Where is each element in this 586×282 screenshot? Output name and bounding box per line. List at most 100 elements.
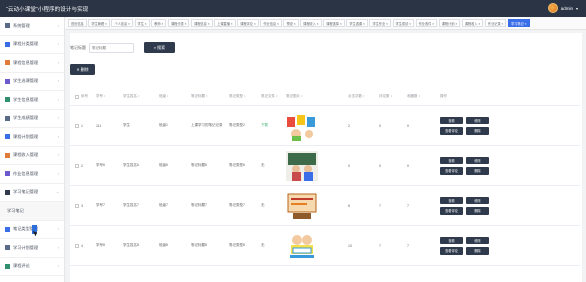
sidebar-item-label: 学习笔记管理 [13, 189, 39, 195]
delete-button[interactable]: ✕ 删除 [70, 64, 95, 75]
cell-note-title: 笔记标题8 [191, 243, 207, 247]
tab[interactable]: 个人信息 × [111, 19, 133, 27]
search-button[interactable]: ⌕ 搜索 [144, 42, 175, 53]
tab[interactable]: 学生成绩 × [392, 19, 415, 27]
delete-row-button[interactable]: 删除 [466, 207, 489, 215]
cell-favorite-count: 7 [407, 243, 409, 248]
view-comments-button[interactable]: 查看评论 [440, 167, 463, 175]
sidebar-item[interactable]: 课程收入管理 › [0, 147, 64, 165]
cell-comment-count: 0 [379, 123, 381, 128]
delete-row-button[interactable]: 删除 [466, 167, 489, 175]
sidebar-item[interactable]: 系统管理› [0, 276, 64, 282]
sidebar-item[interactable]: 学习笔记管理 ⌄ [0, 184, 64, 202]
header-note-title[interactable]: 笔记标题 ↕ [189, 94, 227, 99]
tab[interactable]: 作业收件 × [415, 19, 438, 27]
delete-row-button[interactable]: 删除 [466, 127, 489, 135]
row-select-cell [70, 243, 79, 248]
tab[interactable]: 课程信息 × [191, 19, 213, 27]
edit-button[interactable]: 修改 [466, 156, 489, 164]
cell-student-name: 学生姓名7 [123, 203, 139, 207]
tab[interactable]: 学习笔记 × [508, 19, 530, 27]
tab[interactable]: 课程选择 × [323, 19, 345, 27]
sidebar-item[interactable]: 课程计划管理 › [0, 128, 64, 147]
cell-note-file[interactable]: 下载 [259, 123, 284, 128]
sidebar-item[interactable]: 系统管理› [0, 17, 64, 36]
sidebar-item[interactable]: 学生信息管理 › [0, 91, 64, 110]
edit-button[interactable]: 修改 [466, 116, 489, 124]
view-button[interactable]: 查看 [440, 196, 463, 204]
delete-row-button[interactable]: 删除 [466, 247, 489, 255]
menu-icon [5, 171, 10, 177]
cell-student-id: 学号7 [96, 203, 105, 207]
note-thumbnail [286, 190, 318, 221]
tab[interactable]: 学生管理 × [88, 19, 110, 27]
header-favorite-count[interactable]: 收藏数 ↕ [405, 94, 438, 99]
tab[interactable]: 学生 × [134, 19, 150, 27]
search-row: 笔记标题 ⌕ 搜索 [70, 42, 175, 53]
row-select-cell [70, 203, 79, 208]
sidebar-item[interactable]: 笔记类型管理 › [0, 221, 64, 239]
cell-comment-count: 7 [379, 243, 381, 248]
user-menu[interactable]: admin ▾ [547, 3, 578, 13]
tab[interactable]: 作业记录 × [484, 19, 507, 27]
cell-comment-count: 7 [379, 203, 381, 208]
sidebar-item-label: 学习计划管理 [13, 244, 39, 250]
chevron-down-icon[interactable]: ▾ [576, 6, 578, 11]
header-note-image[interactable]: 笔记图片 ↕ [284, 94, 346, 99]
cell-idx: 3 [81, 203, 83, 208]
tab[interactable]: 作业信息 × [260, 19, 282, 27]
header-note-file[interactable]: 笔记文件 ↕ [259, 94, 284, 99]
note-thumbnail [286, 150, 318, 181]
chevron-icon: › [57, 264, 59, 269]
header-note-type[interactable]: 笔记类型 ↕ [227, 94, 259, 99]
tab[interactable]: 首页信息 [68, 19, 87, 27]
sidebar-item[interactable]: 课程分类管理 › [0, 36, 64, 54]
sidebar-item[interactable]: 学习笔记 [0, 202, 64, 221]
sidebar-item[interactable]: 作业信息管理 › [0, 165, 64, 184]
header-student-name[interactable]: 学生姓名 ↕ [121, 94, 157, 99]
header-student-id[interactable]: 学号 ↕ [94, 94, 121, 99]
view-button[interactable]: 查看 [440, 236, 463, 244]
tab[interactable]: 课程评论 × [237, 19, 259, 27]
tab[interactable]: 预设 × [283, 19, 299, 27]
tab[interactable]: 课程计划 × [438, 19, 461, 27]
tab[interactable]: 教师 × [151, 19, 167, 27]
search-input[interactable] [89, 42, 134, 53]
avatar[interactable] [547, 3, 558, 13]
sidebar-item-label: 学生选课管理 [13, 78, 39, 84]
sidebar-item[interactable]: 学习计划管理 › [0, 239, 64, 258]
header-class[interactable]: 班级 ↕ [157, 94, 189, 99]
close-icon: ✕ [76, 67, 80, 72]
view-button[interactable]: 查看 [440, 116, 463, 124]
cell-comment-count: 0 [379, 163, 381, 168]
header-comment-count[interactable]: 评论数 ↕ [377, 94, 405, 99]
view-comments-button[interactable]: 查看评论 [440, 127, 463, 135]
tab[interactable]: 学生选课 × [346, 19, 368, 27]
search-icon: ⌕ [153, 45, 157, 50]
sidebar-item[interactable]: 学生选课管理 › [0, 73, 64, 91]
tab[interactable]: 上课直播 × [214, 19, 236, 27]
app-title: “云动小课堂”小程序的设计与实现 [6, 6, 89, 13]
cell-actions: 查看 修改 查看评论 删除 [438, 196, 518, 215]
sidebar-item[interactable]: 学生成绩管理 › [0, 110, 64, 128]
cell-note-image [284, 150, 346, 181]
user-name[interactable]: admin [561, 6, 573, 11]
cell-note-file: 无 [261, 163, 265, 167]
tab[interactable]: 学生作业 × [369, 19, 391, 27]
tab[interactable]: 课程收入 × [300, 19, 322, 27]
sidebar-item[interactable]: 课程信息管理 › [0, 54, 64, 73]
menu-icon [5, 134, 10, 140]
tab[interactable]: 课程收入 × [461, 19, 484, 27]
view-comments-button[interactable]: 查看评论 [440, 247, 463, 255]
header-click-count[interactable]: 点击次数 ↕ [346, 94, 377, 99]
edit-button[interactable]: 修改 [466, 236, 489, 244]
main-content: 笔记标题 ⌕ 搜索 ✕ 删除 序号 学号 ↕ 学生姓名 ↕ 班级 ↕ 笔记标题 … [70, 33, 582, 282]
tab[interactable]: 课程分类 × [167, 19, 190, 27]
view-comments-button[interactable]: 查看评论 [440, 207, 463, 215]
cell-note-type: 笔记类型7 [229, 203, 245, 207]
sidebar: 系统管理 › 课程分类管理 › 课程信息管理 › 学生选课管理 › 学生信息管理 › 学生成绩管理 ›… [0, 17, 65, 282]
menu-icon [5, 226, 10, 232]
view-button[interactable]: 查看 [440, 156, 463, 164]
edit-button[interactable]: 修改 [466, 196, 489, 204]
sidebar-item[interactable]: 课程评论 › [0, 258, 64, 276]
